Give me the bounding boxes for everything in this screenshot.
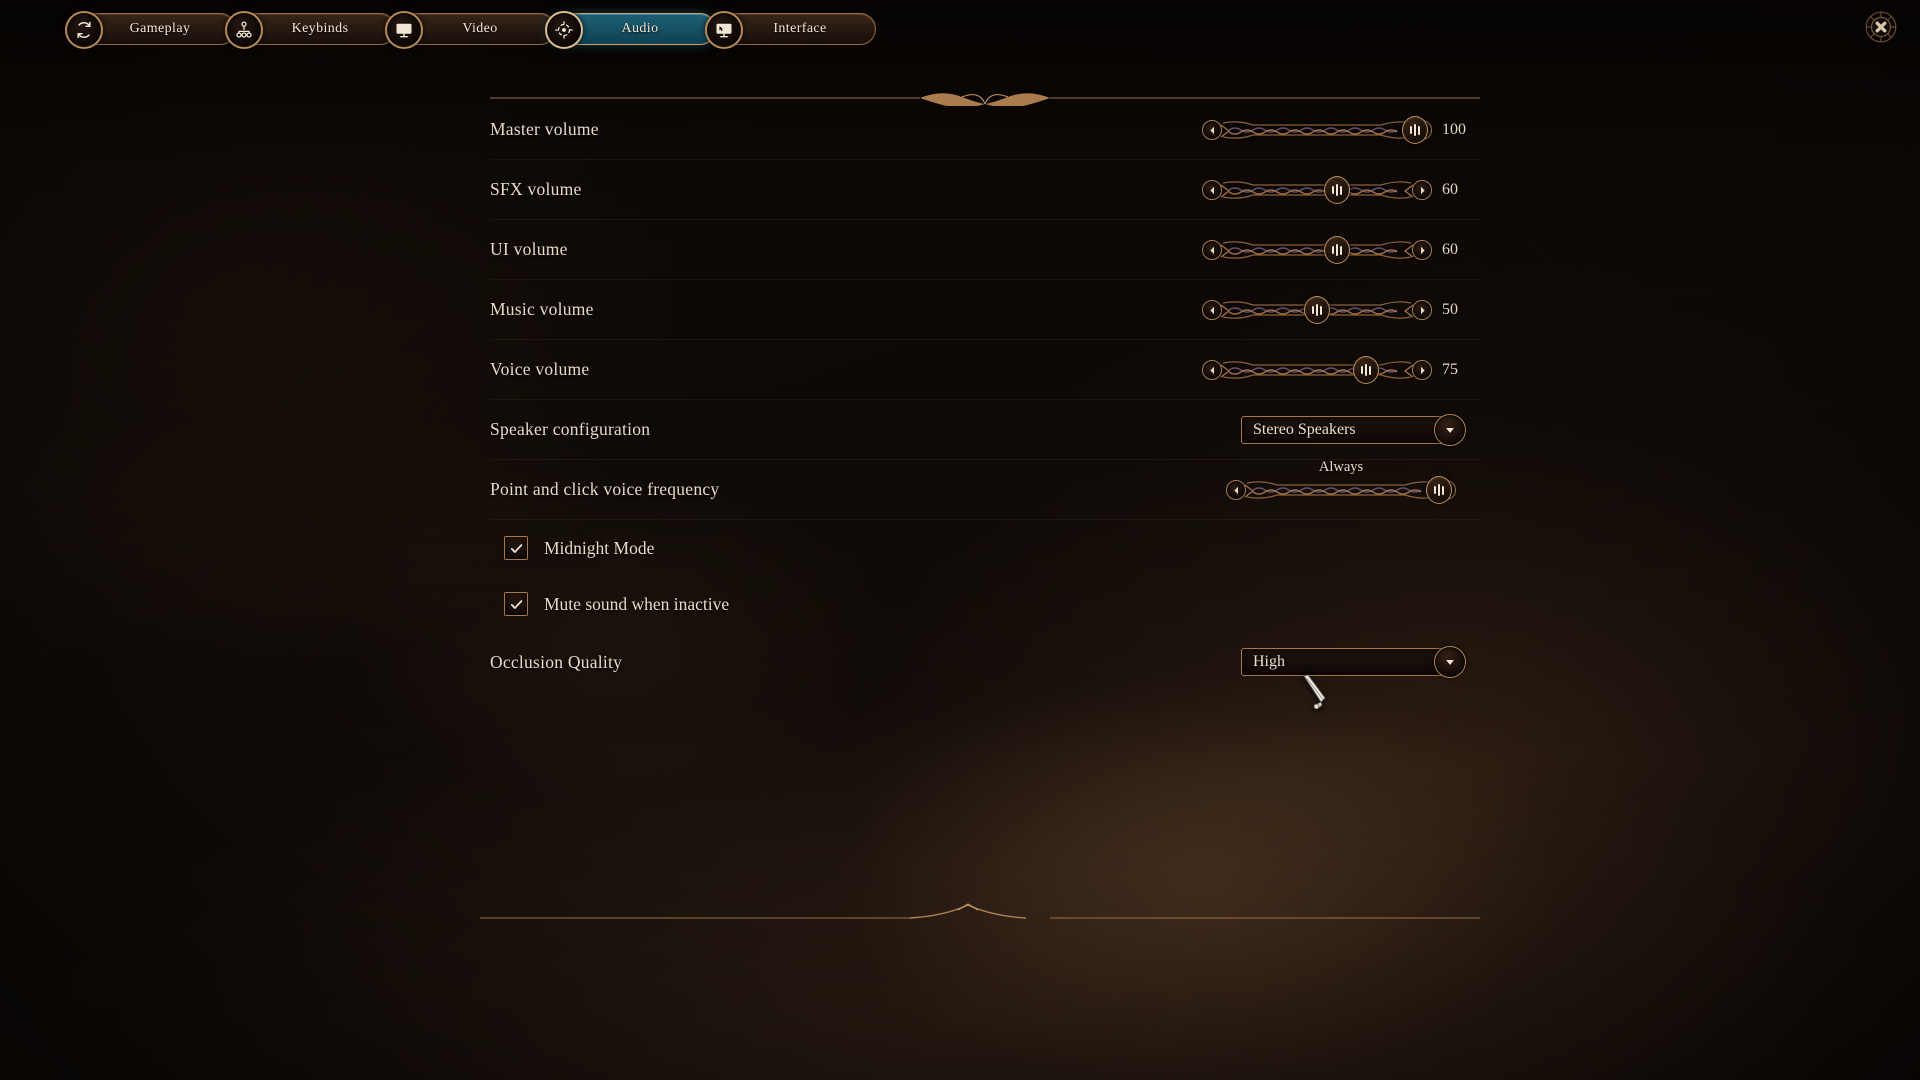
slider-decrease-icon[interactable] (1202, 240, 1222, 260)
footer-ornament-divider (480, 900, 1480, 924)
slider-increase-icon[interactable] (1412, 360, 1432, 380)
slider-increase-icon[interactable] (1412, 180, 1432, 200)
setting-row-speaker-configuration: Speaker configuration Stereo Speakers (490, 400, 1480, 460)
dropdown-speaker-configuration[interactable]: Stereo Speakers (1241, 414, 1466, 446)
slider-value-label: Always (1318, 459, 1364, 475)
row-control: 100 (1202, 100, 1480, 160)
slider-track[interactable] (1219, 176, 1415, 204)
row-label: Voice volume (490, 359, 590, 379)
tab-label: Gameplay (129, 21, 191, 36)
row-label: Master volume (490, 119, 599, 139)
slider-track[interactable] (1219, 356, 1415, 384)
settings-tab-bar: Gameplay Keybinds Video Audio Interface (65, 11, 876, 49)
row-control: 50 (1202, 280, 1480, 340)
slider-handle[interactable] (1426, 476, 1452, 504)
monitor-icon (385, 11, 423, 49)
checkbox-checked-icon[interactable] (504, 536, 528, 560)
setting-row-occlusion-quality: Occlusion Quality High (490, 632, 1480, 692)
slider-decrease-icon[interactable] (1202, 360, 1222, 380)
monitor-cursor-icon (705, 11, 743, 49)
checkbox-label: Midnight Mode (544, 537, 655, 558)
setting-row-master-volume: Master volume 100 (490, 100, 1480, 160)
setting-row-ui-volume: UI volume 60 (490, 220, 1480, 280)
row-label: UI volume (490, 239, 568, 259)
setting-row-voice-volume: Voice volume 75 (490, 340, 1480, 400)
node-hierarchy-icon (225, 11, 263, 49)
close-button[interactable] (1860, 6, 1902, 48)
tab-label: Video (462, 21, 498, 36)
slider-handle[interactable] (1323, 176, 1350, 204)
settings-rows: Master volume 100 SFX volume 60 UI volum… (490, 100, 1480, 692)
row-control: 60 (1202, 160, 1480, 220)
slider-decrease-icon[interactable] (1202, 180, 1222, 200)
slider-increase-icon[interactable] (1412, 300, 1432, 320)
setting-row-midnight-mode: Midnight Mode (490, 520, 1480, 576)
setting-row-sfx-volume: SFX volume 60 (490, 160, 1480, 220)
slider-master-volume[interactable]: 100 (1202, 116, 1480, 144)
slider-voice-volume[interactable]: 75 (1202, 356, 1480, 384)
checkbox-mute-sound-when-inactive[interactable]: Mute sound when inactive (504, 592, 729, 616)
chevron-down-icon[interactable] (1434, 414, 1466, 446)
checkbox-midnight-mode[interactable]: Midnight Mode (504, 536, 654, 560)
tab-gameplay[interactable]: Gameplay (65, 11, 236, 49)
slider-decrease-icon[interactable] (1226, 480, 1246, 500)
setting-row-mute-sound-when-inactive: Mute sound when inactive (490, 576, 1480, 632)
row-control: Always (1226, 459, 1456, 520)
refresh-loop-icon (65, 11, 103, 49)
slider-value: 50 (1442, 301, 1458, 318)
slider-track[interactable] (1219, 296, 1415, 324)
slider-increase-icon[interactable] (1412, 240, 1432, 260)
setting-row-music-volume: Music volume 50 (490, 280, 1480, 340)
tab-video[interactable]: Video (385, 11, 556, 49)
tab-audio[interactable]: Audio (545, 11, 716, 49)
row-label: Point and click voice frequency (490, 479, 720, 499)
chevron-down-icon[interactable] (1434, 646, 1466, 678)
slider-music-volume[interactable]: 50 (1202, 296, 1480, 324)
row-control: 75 (1202, 340, 1480, 400)
slider-decrease-icon[interactable] (1202, 300, 1222, 320)
slider-handle[interactable] (1323, 236, 1350, 264)
settings-footer: You have unsaved changes. Back (0, 880, 1920, 1080)
tab-keybinds[interactable]: Keybinds (225, 11, 396, 49)
slider-track[interactable] (1219, 236, 1415, 264)
row-label: SFX volume (490, 179, 582, 199)
slider-handle[interactable] (1353, 356, 1379, 384)
row-control: 60 (1202, 220, 1480, 280)
tab-label: Keybinds (291, 21, 349, 36)
slider-sfx-volume[interactable]: 60 (1202, 176, 1480, 204)
slider-track[interactable] (1219, 116, 1428, 144)
tab-label: Audio (621, 21, 659, 36)
slider-point-and-click-voice-frequency[interactable]: Always (1226, 459, 1456, 504)
speaker-waves-icon (545, 11, 583, 49)
slider-value: 60 (1442, 181, 1458, 198)
slider-handle[interactable] (1304, 296, 1330, 324)
row-label: Speaker configuration (490, 419, 651, 439)
row-label: Music volume (490, 299, 594, 319)
slider-value: 75 (1442, 361, 1458, 378)
slider-value: 100 (1442, 121, 1466, 138)
dropdown-value: High (1253, 653, 1285, 670)
dropdown-occlusion-quality[interactable]: High (1241, 646, 1466, 678)
row-control: Stereo Speakers (1241, 400, 1466, 460)
row-control: High (1241, 632, 1466, 692)
row-label: Occlusion Quality (490, 651, 623, 672)
checkbox-checked-icon[interactable] (504, 592, 528, 616)
setting-row-point-and-click-voice-frequency: Point and click voice frequency Always (490, 459, 1480, 520)
slider-track[interactable] (1243, 476, 1452, 504)
checkbox-label: Mute sound when inactive (544, 593, 730, 614)
tab-label: Interface (773, 21, 827, 36)
slider-ui-volume[interactable]: 60 (1202, 236, 1480, 264)
tab-interface[interactable]: Interface (705, 11, 876, 49)
dropdown-value: Stereo Speakers (1253, 421, 1356, 438)
slider-value: 60 (1442, 241, 1458, 258)
slider-handle[interactable] (1402, 116, 1428, 144)
slider-decrease-icon[interactable] (1202, 120, 1222, 140)
